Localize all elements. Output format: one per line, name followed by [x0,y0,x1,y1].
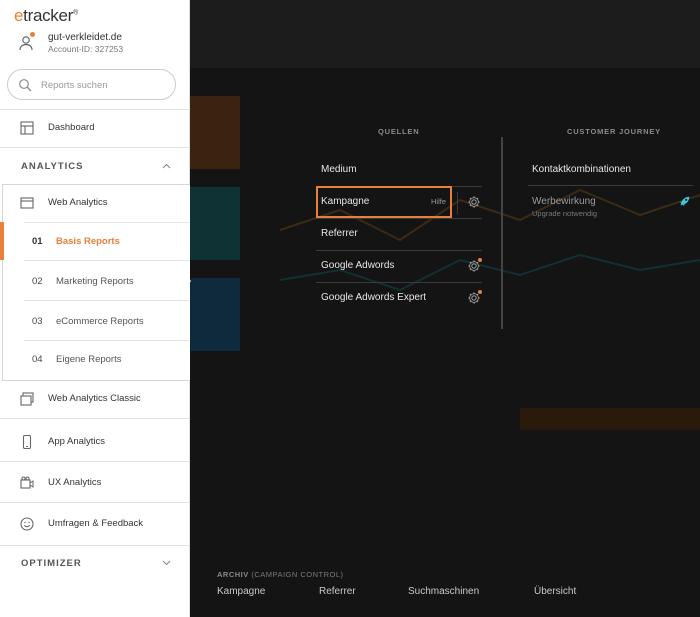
notification-dot [30,32,35,37]
menu-item-kontaktkombinationen[interactable]: Kontaktkombinationen [528,164,693,175]
web-analytics-icon [20,197,34,209]
optimizer-section-title[interactable]: OPTIMIZER [21,558,82,569]
active-indicator [0,222,4,260]
smiley-icon [20,517,34,531]
quellen-heading: QUELLEN [378,127,420,136]
sidebar-item-ux-analytics[interactable]: UX Analytics [0,465,190,501]
account-name: gut-verkleidet.de [48,32,122,43]
sidebar-item-marketing-reports[interactable]: 02 Marketing Reports [0,262,190,300]
rocket-icon [679,196,690,207]
menu-item-google-adwords[interactable]: Google Adwords [316,250,482,282]
divider [24,300,190,301]
chevron-down-icon[interactable] [162,560,171,566]
etracker-logo[interactable]: etracker® [14,6,78,26]
phone-icon [22,435,32,449]
background-tile [190,187,240,260]
analytics-section-title[interactable]: ANALYTICS [21,161,84,172]
background-tile [190,96,240,169]
background-header [190,0,700,68]
notification-dot [478,258,482,262]
archive-heading: ARCHIV (CAMPAIGN CONTROL) [217,570,344,579]
sidebar-item-ecommerce-reports[interactable]: 03 eCommerce Reports [0,302,190,340]
sidebar-item-web-analytics-classic[interactable]: Web Analytics Classic [0,381,190,417]
gear-divider [457,192,458,214]
divider [0,545,190,546]
account-id: Account-ID: 327253 [48,44,124,54]
divider [0,147,190,148]
help-link[interactable]: Hilfe [431,197,446,206]
sidebar-item-eigene-reports[interactable]: 04 Eigene Reports [0,340,190,378]
gear-icon[interactable] [467,195,481,209]
archive-link-kampagne[interactable]: Kampagne [217,586,265,597]
archive-link-referrer[interactable]: Referrer [319,586,356,597]
sidebar-item-dashboard[interactable]: Dashboard [0,110,190,146]
video-icon [20,476,34,489]
archive-link-uebersicht[interactable]: Übersicht [534,586,576,597]
divider [24,260,190,261]
dashboard-icon [20,121,34,135]
sidebar-item-app-analytics[interactable]: App Analytics [0,424,190,460]
sidebar-item-web-analytics[interactable]: Web Analytics [0,185,190,221]
background-bar [520,408,700,430]
notification-dot [478,290,482,294]
classic-icon [20,392,34,406]
chevron-up-icon[interactable] [162,163,171,169]
menu-item-werbewirkung[interactable]: Werbewirkung Upgrade notwendig [528,196,693,218]
divider [0,461,190,462]
archive-link-suchmaschinen[interactable]: Suchmaschinen [408,586,479,597]
search-box [7,69,176,100]
submenu-pointer [185,274,191,288]
customer-journey-heading: CUSTOMER JOURNEY [567,127,661,136]
menu-item-referrer[interactable]: Referrer [316,218,482,250]
background-tile [190,278,240,351]
search-icon [19,79,32,92]
divider [0,502,190,503]
sidebar-item-umfragen-feedback[interactable]: Umfragen & Feedback [0,506,190,542]
search-input[interactable] [41,77,161,93]
column-divider [501,137,503,329]
menu-item-medium[interactable]: Medium [316,154,482,186]
sidebar: etracker® gut-verkleidet.de Account-ID: … [0,0,190,617]
sidebar-item-basis-reports[interactable]: 01 Basis Reports [0,222,190,260]
menu-item-google-adwords-expert[interactable]: Google Adwords Expert [316,282,482,314]
divider [0,418,190,419]
menu-divider [528,185,693,186]
upgrade-note: Upgrade notwendig [532,209,598,218]
